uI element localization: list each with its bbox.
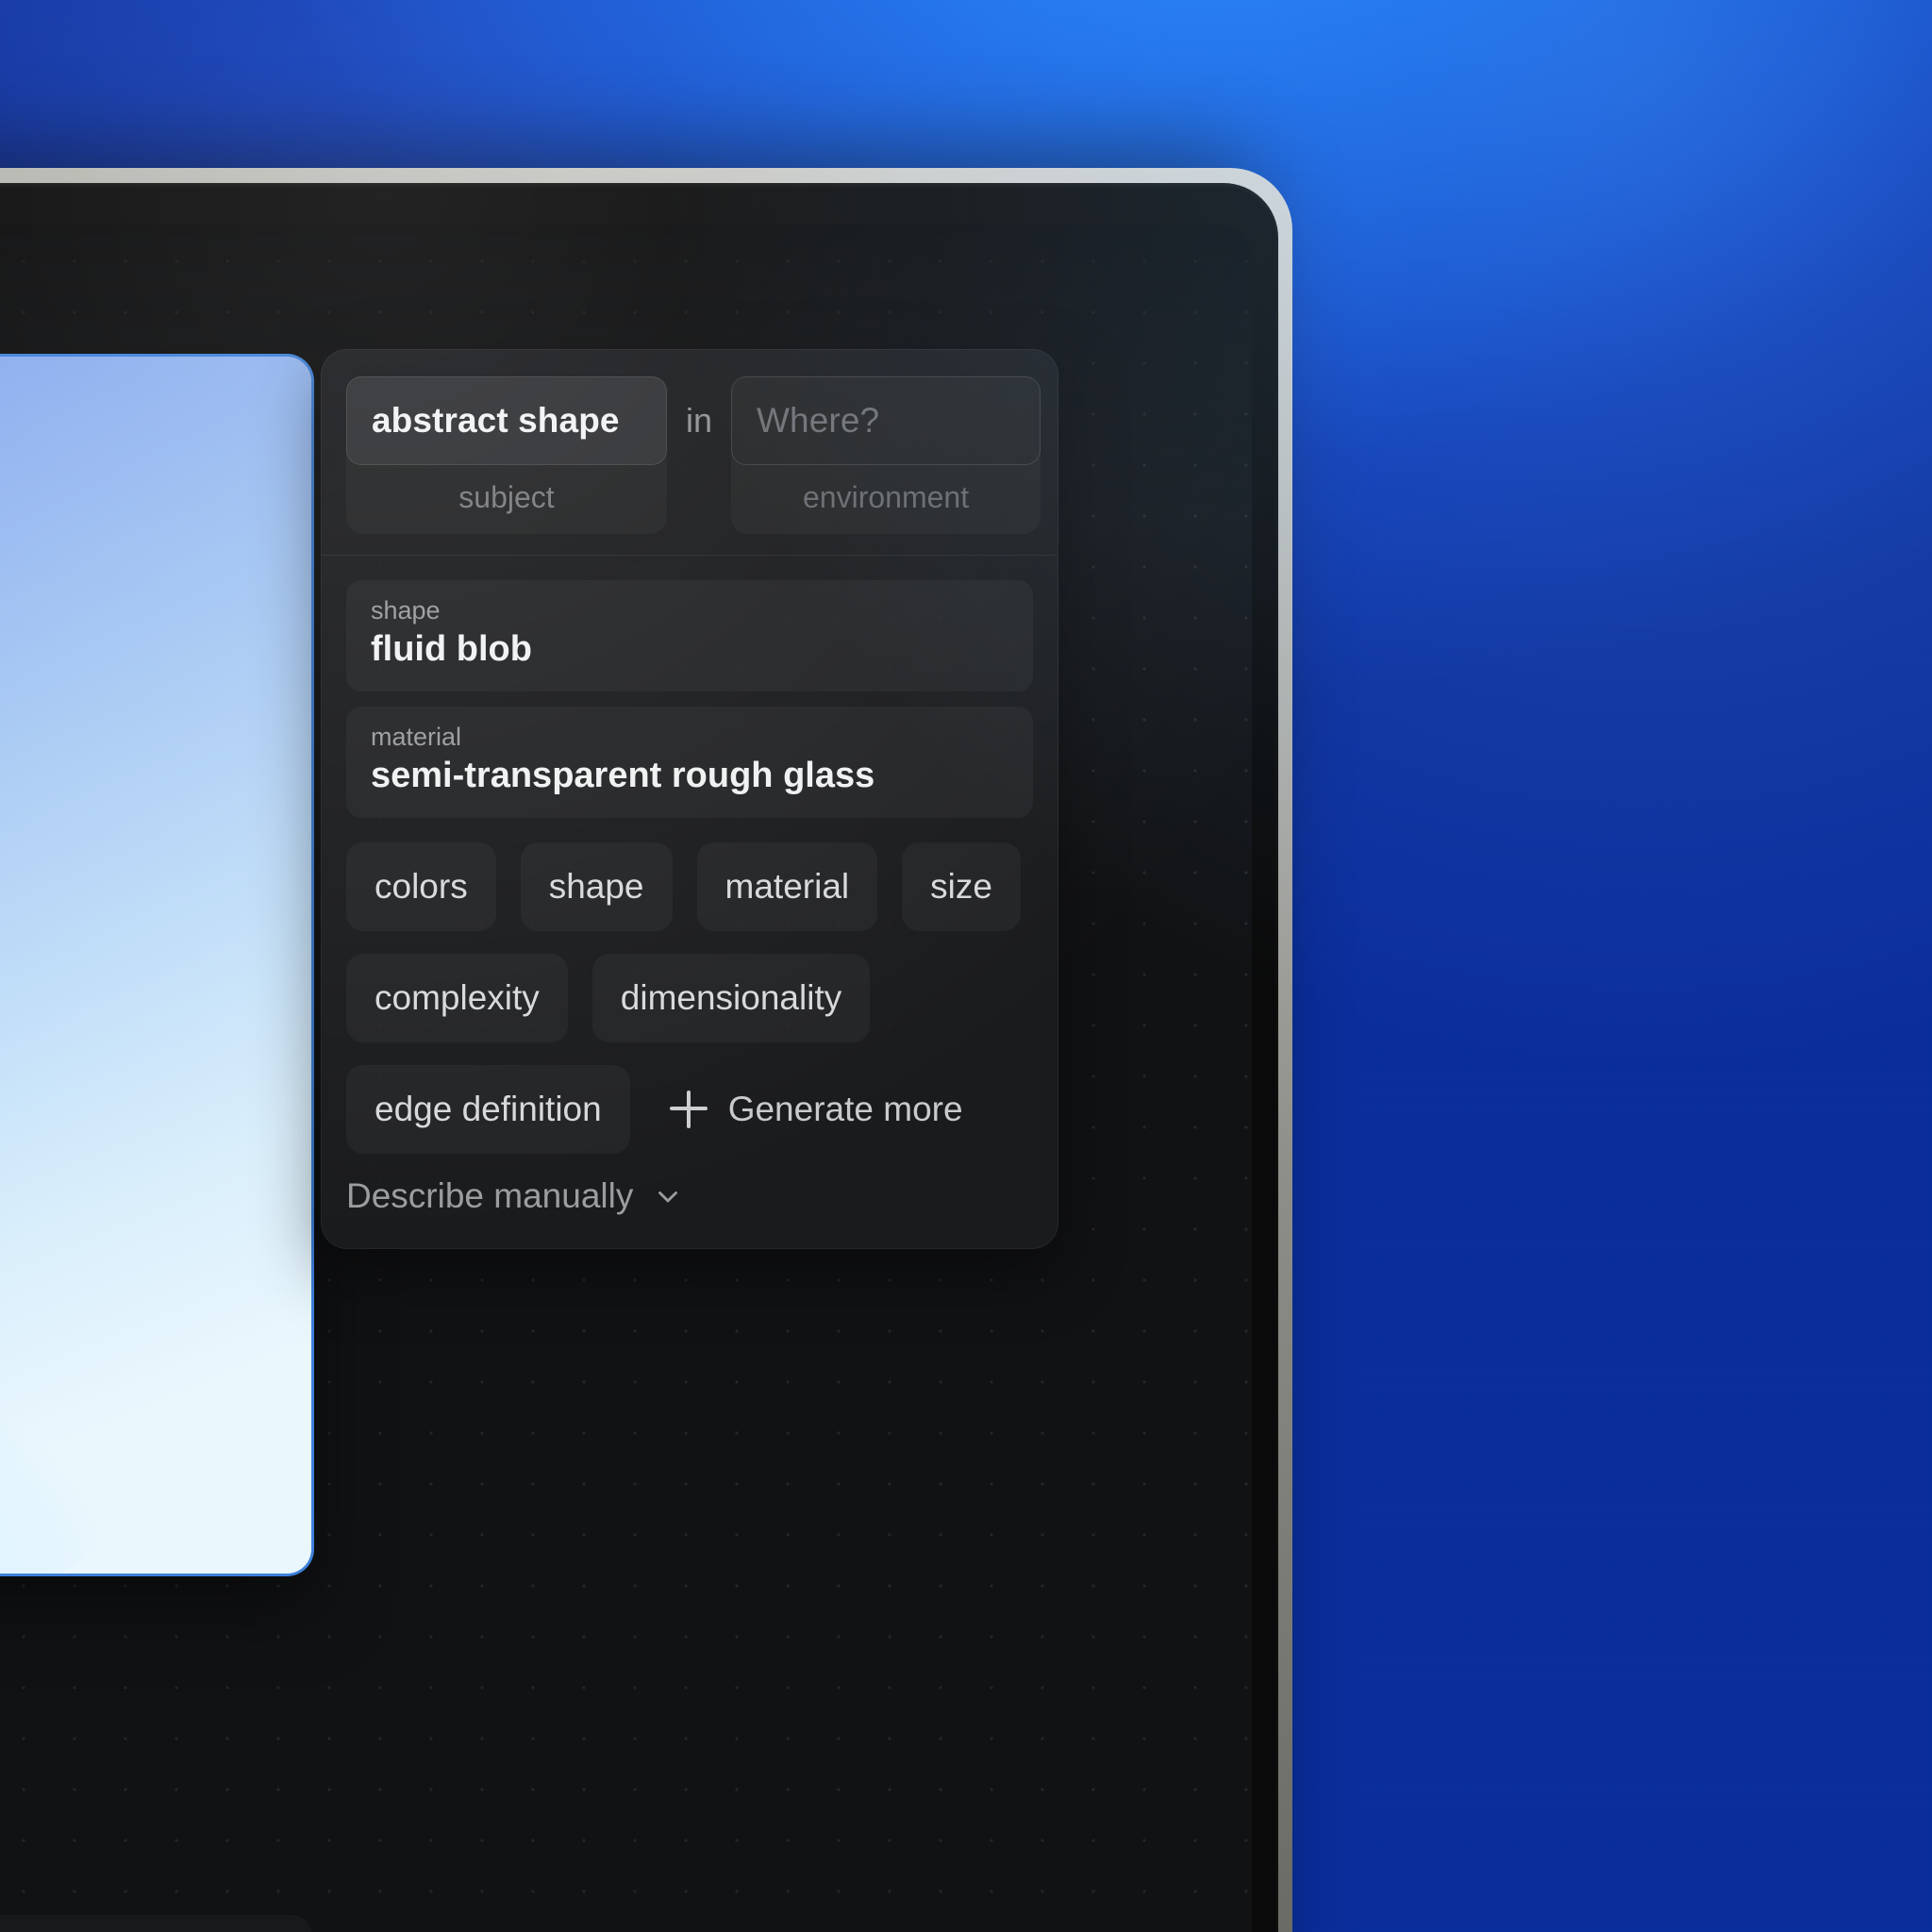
chip-material[interactable]: material: [696, 841, 878, 931]
shortcut-bar: Copy image — ⌘C Download PNG — ⌘D: [0, 1915, 311, 1932]
prompt-builder-panel: abstract shape subject in Where? environ…: [321, 349, 1058, 1249]
subject-caption: subject: [458, 480, 555, 514]
subject-field-group: abstract shape subject: [346, 376, 667, 534]
attribute-label: shape: [371, 596, 441, 625]
chip-row-1: colors shape material size: [346, 841, 1033, 931]
chip-row-3: edge definition Generate more: [346, 1064, 1033, 1154]
device-bezel: Copy image — ⌘C Download PNG — ⌘D: [0, 183, 1278, 1932]
environment-field-group: Where? environment: [731, 376, 1041, 534]
chip-shape[interactable]: shape: [520, 841, 673, 931]
attribute-value: semi-transparent rough glass: [371, 756, 875, 796]
attribute-label: material: [371, 722, 462, 751]
prompt-attributes: shape fluid blob material semi-transpare…: [322, 556, 1058, 1248]
attribute-value: fluid blob: [371, 629, 532, 670]
scene-backdrop: Copy image — ⌘C Download PNG — ⌘D: [0, 0, 1932, 1932]
chip-colors[interactable]: colors: [346, 841, 496, 931]
prompt-row: abstract shape subject in Where? environ…: [346, 376, 1041, 534]
describe-manually-button[interactable]: Describe manually: [346, 1176, 1033, 1216]
generate-more-label: Generate more: [727, 1089, 963, 1128]
plus-icon: [669, 1090, 708, 1128]
describe-manually-label: Describe manually: [346, 1175, 634, 1215]
chip-edge-definition[interactable]: edge definition: [346, 1064, 630, 1154]
environment-caption: environment: [802, 480, 970, 514]
generated-image-preview[interactable]: [0, 357, 311, 1574]
attribute-row-material[interactable]: material semi-transparent rough glass: [346, 706, 1033, 818]
suggestion-chips: colors shape material size complexity di…: [346, 841, 1033, 1154]
chip-complexity[interactable]: complexity: [346, 953, 568, 1042]
app-canvas: Copy image — ⌘C Download PNG — ⌘D: [0, 225, 1252, 1932]
environment-input[interactable]: Where?: [731, 376, 1041, 465]
generate-more-button[interactable]: Generate more: [655, 1090, 963, 1129]
attribute-row-shape[interactable]: shape fluid blob: [346, 580, 1033, 691]
glass-blob-artwork: [0, 357, 311, 1574]
chip-row-2: complexity dimensionality: [346, 953, 1033, 1042]
prompt-conjunction: in: [686, 401, 713, 440]
prompt-header: abstract shape subject in Where? environ…: [322, 350, 1058, 555]
chip-dimensionality[interactable]: dimensionality: [591, 953, 871, 1042]
device-frame: Copy image — ⌘C Download PNG — ⌘D: [0, 168, 1292, 1932]
chip-size[interactable]: size: [902, 841, 1021, 931]
chevron-down-icon: [658, 1191, 678, 1203]
subject-input[interactable]: abstract shape: [346, 376, 667, 465]
